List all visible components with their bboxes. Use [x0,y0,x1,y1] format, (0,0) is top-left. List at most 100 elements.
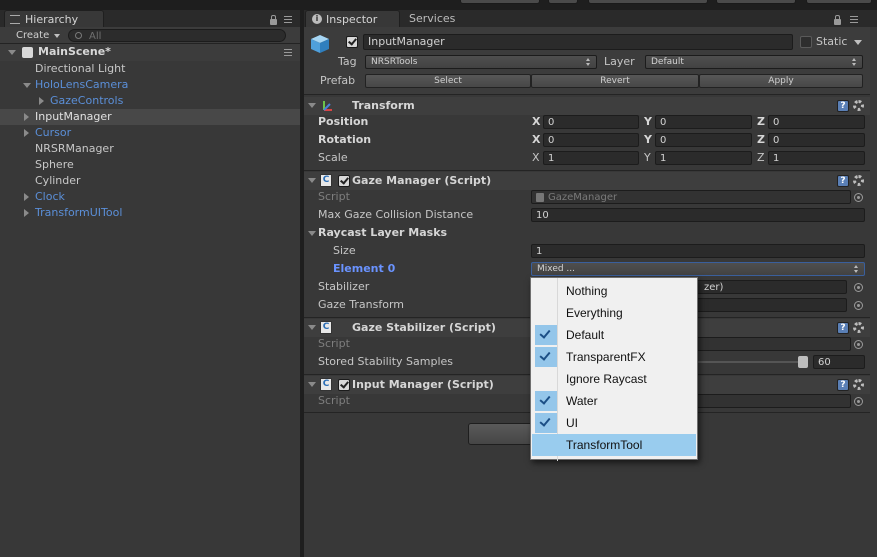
popup-item-ignore-raycast[interactable]: Ignore Raycast [532,368,696,390]
expand-arrow-icon[interactable] [8,50,16,55]
popup-item-label: Everything [566,306,623,320]
popup-item-transparentfx[interactable]: TransparentFX [532,346,696,368]
scene-menu-icon[interactable] [284,49,292,56]
hierarchy-item-transform-ui-tool[interactable]: TransformUITool [0,205,300,221]
toolbar-button[interactable] [548,0,578,4]
lock-icon[interactable] [834,15,841,25]
help-icon[interactable]: ? [837,100,849,112]
rotation-x-field[interactable]: 0 [543,133,639,147]
checkmark-icon [348,36,357,46]
prefab-revert-button[interactable]: Revert [531,74,699,88]
popup-item-water[interactable]: Water [532,390,696,412]
position-z-field[interactable]: 0 [768,115,865,129]
list-item-label: Cylinder [35,174,81,187]
hierarchy-item-holo-lens-camera[interactable]: HoloLensCamera [0,77,300,93]
script-field[interactable]: GazeManager [531,190,851,204]
object-picker-icon[interactable] [854,397,863,406]
cube-icon [311,35,329,53]
tab-inspector[interactable]: i Inspector [305,10,400,27]
help-icon[interactable]: ? [837,175,849,187]
scene-name: MainScene* [38,45,111,58]
lock-icon[interactable] [270,15,277,25]
popup-item-everything[interactable]: Everything [532,302,696,324]
collapse-arrow-icon[interactable] [308,178,316,183]
panel-menu-icon[interactable] [850,16,858,23]
max-distance-field[interactable]: 10 [531,208,865,222]
rotation-z-field[interactable]: 0 [768,133,865,147]
tag-dropdown[interactable]: NRSRTools [365,55,597,69]
tab-services[interactable]: Services [403,10,473,27]
hierarchy-item-directional-light[interactable]: Directional Light [0,61,300,77]
toolbar-button[interactable] [460,0,540,4]
object-picker-icon[interactable] [854,301,863,310]
collapse-arrow-icon[interactable] [308,325,316,330]
prefab-apply-button[interactable]: Apply [699,74,863,88]
object-picker-icon[interactable] [854,283,863,292]
popup-item-default[interactable]: Default [532,324,696,346]
raycast-foldout-arrow-icon[interactable] [308,231,316,236]
gear-icon[interactable] [853,175,864,186]
gaze-manager-enabled-checkbox[interactable] [338,175,350,187]
hierarchy-item-cursor[interactable]: Cursor [0,125,300,141]
layer-dropdown[interactable]: Default [645,55,863,69]
search-input[interactable]: All [68,29,286,42]
active-checkbox[interactable] [346,36,358,48]
toolbar-button[interactable] [588,0,708,4]
script-label: Script [318,337,350,350]
scale-y-field[interactable]: 1 [655,151,752,165]
gear-icon[interactable] [853,322,864,333]
popup-item-transform-tool[interactable]: TransformTool [532,434,696,456]
x-axis-label: X [532,151,540,164]
expand-arrow-icon[interactable] [24,209,29,217]
rotation-y-field[interactable]: 0 [655,133,752,147]
scene-row[interactable]: MainScene* [0,44,300,61]
gear-icon[interactable] [853,379,864,390]
samples-slider-handle[interactable] [798,356,808,368]
hierarchy-item-clock[interactable]: Clock [0,189,300,205]
expand-arrow-icon[interactable] [39,97,44,105]
x-axis-label: X [532,115,541,128]
collapse-arrow-icon[interactable] [308,103,316,108]
help-icon[interactable]: ? [837,322,849,334]
layer-label: Layer [604,55,635,68]
object-picker-icon[interactable] [854,340,863,349]
script-icon: C [320,174,332,187]
hierarchy-item-input-manager[interactable]: InputManager [0,109,300,125]
gear-icon[interactable] [853,100,864,111]
toolbar-button[interactable] [806,0,872,4]
hierarchy-item-cylinder[interactable]: Cylinder [0,173,300,189]
popup-item-nothing[interactable]: Nothing [532,280,696,302]
create-dropdown[interactable]: Create [6,29,62,42]
max-distance-label: Max Gaze Collision Distance [318,208,474,221]
collapse-arrow-icon[interactable] [308,382,316,387]
size-field[interactable]: 1 [531,244,865,258]
static-dropdown-icon[interactable] [854,40,862,45]
static-checkbox[interactable] [800,36,812,48]
samples-field[interactable]: 60 [813,355,865,369]
transform-header[interactable]: Transform ? [304,97,870,115]
tab-hierarchy[interactable]: Hierarchy [4,10,104,27]
help-icon[interactable]: ? [837,379,849,391]
expand-arrow-icon[interactable] [24,129,29,137]
expand-arrow-icon[interactable] [24,193,29,201]
scale-x-field[interactable]: 1 [543,151,639,165]
expand-arrow-icon[interactable] [24,113,29,121]
scale-z-field[interactable]: 1 [768,151,865,165]
hierarchy-item-gaze-controls[interactable]: GazeControls [0,93,300,109]
gaze-manager-header[interactable]: C Gaze Manager (Script) ? [304,172,870,190]
prefab-select-button[interactable]: Select [365,74,531,88]
popup-item-ui[interactable]: UI [532,412,696,434]
hierarchy-item-sphere[interactable]: Sphere [0,157,300,173]
input-manager-enabled-checkbox[interactable] [338,379,350,391]
list-item-label: Cursor [35,126,72,139]
hierarchy-icon [10,15,20,24]
toolbar-button[interactable] [716,0,796,4]
object-picker-icon[interactable] [854,193,863,202]
hierarchy-item-nrsr-manager[interactable]: NRSRManager [0,141,300,157]
object-name-field[interactable]: InputManager [363,34,793,50]
position-x-field[interactable]: 0 [543,115,639,129]
panel-menu-icon[interactable] [284,16,292,23]
position-y-field[interactable]: 0 [655,115,752,129]
element-0-dropdown[interactable]: Mixed ... [531,262,865,276]
expand-arrow-icon[interactable] [23,83,31,88]
